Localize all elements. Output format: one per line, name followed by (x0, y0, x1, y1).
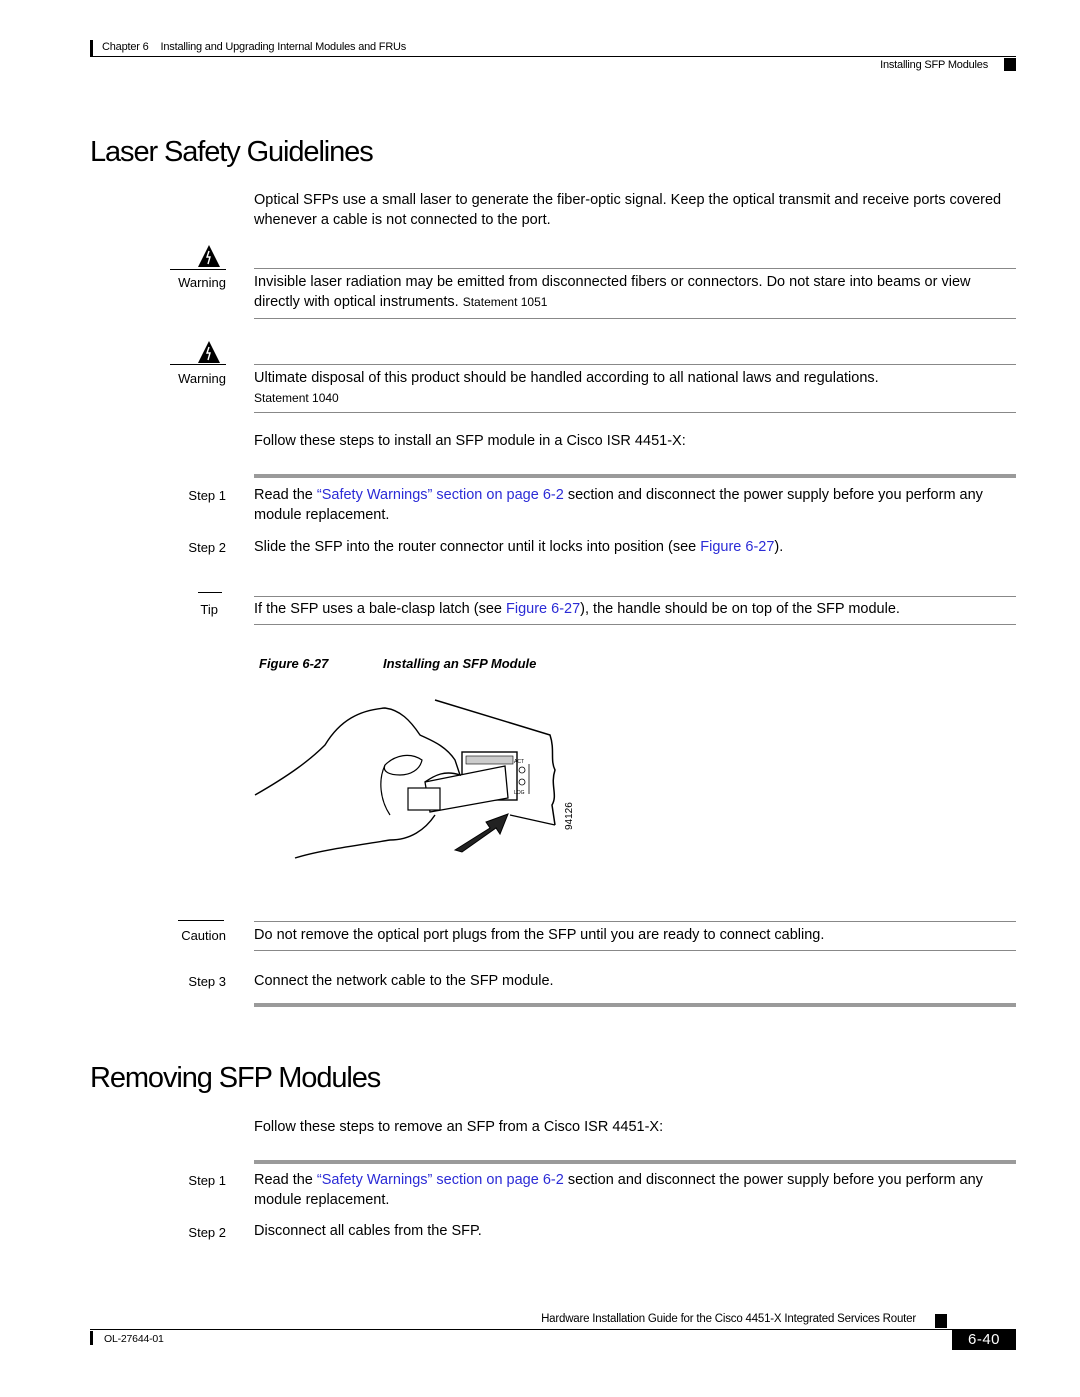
step-text-post: ). (774, 539, 784, 555)
act-led-label: ACT (514, 759, 524, 765)
page-number: 6-40 (952, 1330, 1016, 1350)
footer-doc-number: OL-27644-01 (104, 1333, 164, 1345)
tip-text-pre: If the SFP uses a bale-clasp latch (see (254, 601, 507, 617)
step-label: Step 2 (188, 1225, 226, 1240)
figure-link[interactable]: Figure 6-27 (700, 539, 774, 555)
step-label: Step 3 (188, 974, 226, 989)
figure-title: Installing an SFP Module (383, 656, 537, 671)
step-text: Slide the SFP into the router connector … (254, 537, 1016, 557)
step-text: Read the “Safety Warnings” section on pa… (254, 1170, 1016, 1210)
footer-rule (90, 1329, 1016, 1330)
step-text: Connect the network cable to the SFP mod… (254, 973, 554, 989)
warning-text: Ultimate disposal of this product should… (254, 368, 1016, 408)
warning-body: Ultimate disposal of this product should… (254, 370, 879, 386)
step-text: Disconnect all cables from the SFP. (254, 1223, 482, 1239)
tip-top-rule (254, 596, 1016, 597)
footer-guide-title: Hardware Installation Guide for the Cisc… (541, 1313, 916, 1325)
step-label: Step 1 (188, 488, 226, 503)
tip-bottom-rule (254, 624, 1016, 625)
figure-link[interactable]: Figure 6-27 (506, 601, 580, 617)
tip-label: Tip (200, 602, 218, 617)
step-text: Read the “Safety Warnings” section on pa… (254, 485, 1016, 525)
warning-triangle-icon (198, 341, 220, 363)
hand-lower (294, 814, 436, 859)
router-panel-edge (509, 814, 556, 826)
step-text-pre: Read the (254, 1172, 317, 1188)
warning-statement: Statement 1040 (254, 391, 339, 405)
header-left-bar (90, 40, 93, 56)
figure-number: Figure 6-27 (259, 656, 329, 671)
footer-marker (935, 1314, 947, 1328)
step-label: Step 1 (188, 1173, 226, 1188)
chapter-title: Installing and Upgrading Internal Module… (160, 41, 407, 53)
warning-triangle-icon (198, 245, 220, 267)
safety-warnings-link[interactable]: “Safety Warnings” section on page 6-2 (317, 1172, 564, 1188)
step-label: Step 2 (188, 540, 226, 555)
caution-text: Do not remove the optical port plugs fro… (254, 927, 825, 943)
warning-top-rule (254, 364, 1016, 365)
footer-left-bar (90, 1331, 93, 1345)
step-text-pre: Slide the SFP into the router connector … (254, 539, 701, 555)
safety-warnings-link[interactable]: “Safety Warnings” section on page 6-2 (317, 487, 564, 503)
header-section-title: Installing SFP Modules (880, 59, 988, 71)
header-marker (1004, 58, 1016, 71)
sfp-install-illustration: ACT LOG 94126 (254, 699, 575, 859)
tip-text: If the SFP uses a bale-clasp latch (see … (254, 599, 1016, 619)
warning-label-rule (170, 364, 226, 365)
header-chapter: Chapter 6 Installing and Upgrading Intern… (102, 41, 406, 53)
act-led (518, 766, 526, 774)
caution-top-rule (254, 921, 1016, 922)
procedure-top-rule (254, 474, 1016, 478)
install-steps-intro: Follow these steps to install an SFP mod… (254, 433, 686, 449)
insert-arrow-icon (453, 813, 509, 853)
section-title-laser-safety: Laser Safety Guidelines (90, 136, 374, 168)
warning-body: Invisible laser radiation may be emitted… (254, 274, 971, 310)
warning-bottom-rule (254, 318, 1016, 319)
warning-statement: Statement 1051 (462, 295, 548, 309)
log-led (518, 778, 526, 786)
caution-label-rule (178, 920, 224, 921)
laser-intro-paragraph: Optical SFPs use a small laser to genera… (254, 192, 1002, 228)
sfp-latch (407, 787, 441, 811)
warning-text: Invisible laser radiation may be emitted… (254, 272, 1016, 312)
procedure-bottom-rule (254, 1003, 1016, 1007)
warning-label: Warning (178, 275, 226, 290)
caution-label: Caution (181, 928, 226, 943)
figure-caption: Figure 6-27 Installing an SFP Module (259, 656, 536, 671)
procedure-top-rule (254, 1160, 1016, 1164)
tip-text-post: ), the handle should be on top of the SF… (580, 601, 900, 617)
remove-steps-intro: Follow these steps to remove an SFP from… (254, 1119, 664, 1135)
warning-label-rule (170, 269, 226, 270)
step-text-pre: Read the (254, 487, 317, 503)
chapter-number: Chapter 6 (102, 41, 149, 53)
warning-top-rule (254, 268, 1016, 269)
caution-bottom-rule (254, 950, 1016, 951)
log-led-label: LOG (514, 790, 525, 796)
section-title-removing-sfp: Removing SFP Modules (90, 1062, 381, 1094)
warning-label: Warning (178, 371, 226, 386)
hand-thumb (383, 754, 423, 776)
header-rule (90, 56, 1016, 57)
warning-bottom-rule (254, 412, 1016, 413)
tip-label-rule (198, 592, 222, 593)
figure-art-id: 94126 (564, 802, 575, 830)
